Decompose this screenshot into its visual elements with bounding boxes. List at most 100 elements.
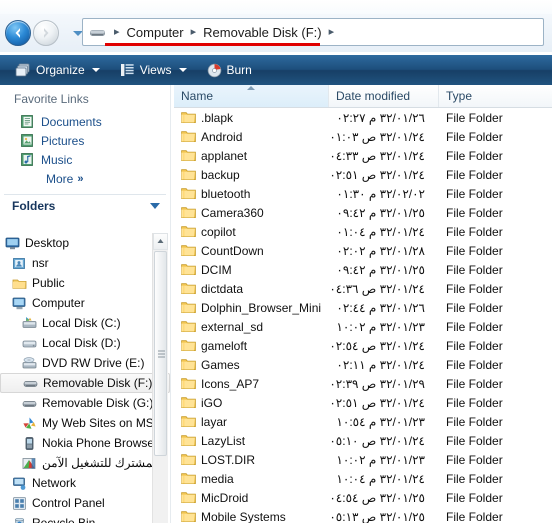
file-list-row[interactable]: backup ٣٢/٠١/٢٤ ص ٠٢:٥١ File Folder (174, 165, 552, 184)
tree-item-public[interactable]: Public (0, 273, 170, 293)
file-date-cell: ٣٢/٠١/٢٣ م ١٠:٠٢ (336, 452, 425, 467)
file-name-label: bluetooth (201, 186, 251, 201)
column-header-label: Date modified (336, 89, 411, 103)
file-list-row[interactable]: Icons_AP7 ٣٢/٠١/٢٩ ص ٠٢:٣٩ File Folder (174, 374, 552, 393)
tree-item-local-disk-c[interactable]: Local Disk (C:) (0, 313, 170, 333)
burn-label: Burn (226, 63, 252, 77)
file-name-label: layar (201, 414, 228, 429)
tree-item-desktop[interactable]: Desktop (0, 233, 170, 253)
back-button[interactable] (5, 20, 31, 46)
file-date-cell: ٣٢/٠١/٢٥ م ٠٩:٤٢ (336, 205, 425, 220)
column-header-type[interactable]: Type (439, 85, 552, 107)
address-bar[interactable]: ▸ Computer ▸ Removable Disk (F:) ▸ (82, 18, 544, 46)
tree-item-nsr[interactable]: nsr (0, 253, 170, 273)
file-date-cell: ٣٢/٠١/٢٦ م ٠٢:٢٧ (336, 110, 425, 125)
file-list-row[interactable]: applanet ٣٢/٠١/٢٤ ص ٠٤:٣٣ File Folder (174, 146, 552, 165)
organize-button[interactable]: Organize (8, 58, 107, 82)
file-list-row[interactable]: Dolphin_Browser_Mini ٣٢/٠١/٢٦ م ٠٢:٤٤ File… (174, 298, 552, 317)
chevron-down-icon[interactable] (150, 203, 160, 209)
file-list-row[interactable]: LOST.DIR ٣٢/٠١/٢٣ م ١٠:٠٢ File Folder (174, 450, 552, 469)
file-date-cell: ٣٢/٠١/٢٤ م ٠٢:١١ (336, 357, 425, 372)
breadcrumb-separator[interactable]: ▸ (324, 26, 340, 38)
column-headers: Name Date modified Type (174, 85, 552, 108)
file-date-cell: ٣٢/٠١/٢٤ ص ٠٤:٣٦ (329, 281, 425, 296)
folder-icon (181, 435, 196, 446)
tree-item-recycle-bin[interactable]: Recycle Bin (0, 513, 170, 523)
sidebar-item-music[interactable]: Music (0, 150, 170, 169)
folder-icon (181, 397, 196, 408)
file-list-row[interactable]: Games ٣٢/٠١/٢٤ م ٠٢:١١ File Folder (174, 355, 552, 374)
tree-item-label: Local Disk (D:) (42, 336, 121, 350)
file-list-row[interactable]: Camera360 ٣٢/٠١/٢٥ م ٠٩:٤٢ File Folder (174, 203, 552, 222)
tree-item-dvd-rw-drive-e[interactable]: DVD RW Drive (E:) (0, 353, 170, 373)
scroll-up-button[interactable] (153, 233, 168, 250)
tree-item-computer[interactable]: Computer (0, 293, 170, 313)
folders-label: Folders (12, 199, 56, 213)
tree-item-removable-disk-f[interactable]: Removable Disk (F:) (0, 373, 170, 393)
file-list-row[interactable]: external_sd ٣٢/٠١/٢٣ م ١٠:٠٢ File Folder (174, 317, 552, 336)
tree-item-control-panel[interactable]: Control Panel (0, 493, 170, 513)
breadcrumb-removable-disk-f[interactable]: Removable Disk (F:) (201, 24, 323, 41)
file-list-row[interactable]: MicDroid ٣٢/٠١/٢٥ ص ٠٤:٥٤ File Folder (174, 488, 552, 507)
file-type-cell: File Folder (446, 414, 503, 429)
file-list-row[interactable]: Android ٣٢/٠١/٢٤ ص ٠١:٠٣ File Folder (174, 127, 552, 146)
chevron-down-icon (178, 68, 187, 72)
folder-icon (181, 264, 196, 275)
tree-item-[interactable]: د المشترك للتشغيل الآمن (0, 453, 170, 473)
file-list-row[interactable]: layar ٣٢/٠١/٢٣ م ١٠:٥٤ File Folder (174, 412, 552, 431)
file-type-cell: File Folder (446, 471, 503, 486)
forward-button[interactable] (33, 20, 59, 46)
file-list-row[interactable]: bluetooth ٣٢/٠٢/٠٢ م ٠١:٣٠ File Folder (174, 184, 552, 203)
breadcrumb-separator[interactable]: ▸ (109, 26, 125, 38)
file-name-cell: Icons_AP7 (174, 377, 329, 391)
file-list-row[interactable]: media ٣٢/٠١/٢٤ م ١٠:٠٤ File Folder (174, 469, 552, 488)
tree-item-label: Network (32, 476, 77, 490)
file-list-row[interactable]: dictdata ٣٢/٠١/٢٤ ص ٠٤:٣٦ File Folder (174, 279, 552, 298)
file-list-row[interactable]: .blapk ٣٢/٠١/٢٦ م ٠٢:٢٧ File Folder (174, 108, 552, 127)
file-type-cell: File Folder (446, 319, 503, 334)
file-name-label: Camera360 (201, 205, 264, 220)
tree-item-removable-disk-g[interactable]: Removable Disk (G:) (0, 393, 170, 413)
file-list-row[interactable]: gameloft ٣٢/٠١/٢٤ ص ٠٢:٥٤ File Folder (174, 336, 552, 355)
chevron-down-icon (91, 68, 100, 72)
folder-icon (181, 321, 196, 332)
address-bar-row: ▸ Computer ▸ Removable Disk (F:) ▸ (0, 14, 552, 52)
sidebar-label: Pictures (41, 133, 85, 148)
scrollbar-thumb[interactable] (154, 251, 167, 456)
burn-button[interactable]: Burn (200, 58, 259, 82)
breadcrumb-separator[interactable]: ▸ (186, 26, 202, 38)
tree-item-nokia-phone-browse[interactable]: Nokia Phone Browse (0, 433, 170, 453)
file-name-label: copilot (201, 224, 236, 239)
web-sites-icon (22, 416, 37, 431)
computer-icon (12, 296, 27, 311)
column-header-date-modified[interactable]: Date modified (329, 85, 439, 107)
folders-section-header[interactable]: Folders (0, 195, 170, 217)
folder-tree-scrollbar[interactable] (152, 233, 168, 523)
tree-item-network[interactable]: Network (0, 473, 170, 493)
tree-item-local-disk-d[interactable]: Local Disk (D:) (0, 333, 170, 353)
sidebar-item-more[interactable]: More » (0, 169, 170, 188)
file-list-row[interactable]: LazyList ٣٢/٠١/٢٤ ص ٠٥:١٠ File Folder (174, 431, 552, 450)
column-header-name[interactable]: Name (174, 85, 329, 107)
folder-icon (181, 511, 196, 522)
tree-item-my-web-sites-on-ms[interactable]: My Web Sites on MS (0, 413, 170, 433)
file-list-row[interactable]: Mobile Systems ٣٢/٠١/٢٥ ص ٠٥:١٣ File Folde… (174, 507, 552, 523)
file-date-cell: ٣٢/٠١/٢٥ ص ٠٤:٥٤ (329, 490, 425, 505)
tree-item-label: nsr (32, 256, 49, 270)
sidebar-item-documents[interactable]: Documents (0, 112, 170, 131)
organize-label: Organize (36, 63, 85, 77)
file-name-cell: dictdata (174, 282, 329, 296)
file-list-row[interactable]: DCIM ٣٢/٠١/٢٥ م ٠٩:٤٢ File Folder (174, 260, 552, 279)
file-list-row[interactable]: CountDown ٣٢/٠١/٢٨ م ٠٢:٠٢ File Folder (174, 241, 552, 260)
breadcrumb-computer[interactable]: Computer (125, 24, 186, 41)
file-name-label: Mobile Systems (201, 509, 286, 523)
file-list-row[interactable]: iGO ٣٢/٠١/٢٤ ص ٠٢:٥١ File Folder (174, 393, 552, 412)
folder-icon (181, 492, 196, 503)
file-type-cell: File Folder (446, 148, 503, 163)
file-list-row[interactable]: copilot ٣٢/٠١/٢٤ م ٠١:٠٤ File Folder (174, 222, 552, 241)
views-button[interactable]: Views (113, 58, 194, 82)
tree-item-label: Local Disk (C:) (42, 316, 121, 330)
sidebar-item-pictures[interactable]: Pictures (0, 131, 170, 150)
file-type-cell: File Folder (446, 376, 503, 391)
folder-icon (181, 454, 196, 465)
